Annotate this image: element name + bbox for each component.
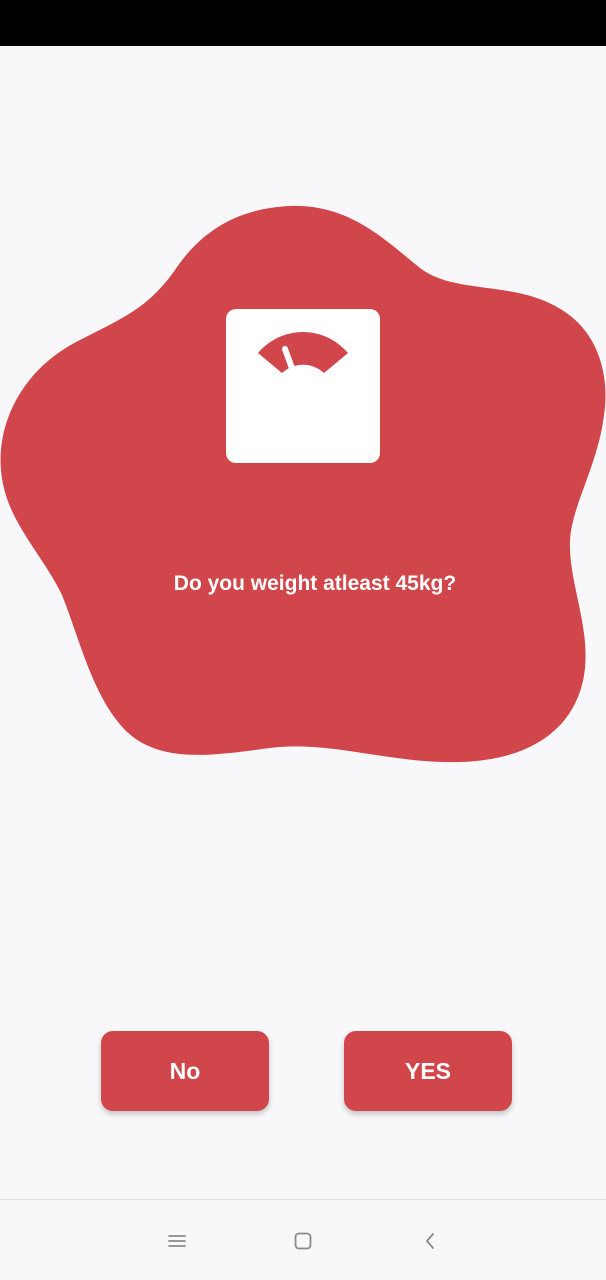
question-blob-background [0,205,606,763]
no-button-label: No [169,1057,201,1084]
back-chevron-icon [426,1233,434,1249]
weight-scale-icon [226,309,380,463]
home-button[interactable] [283,1224,323,1258]
back-button[interactable] [410,1224,450,1258]
navigation-bar [0,1199,606,1280]
menu-icon [168,1235,186,1247]
no-button[interactable]: No [101,1031,269,1111]
home-square-icon [294,1232,312,1250]
yes-button[interactable]: YES [344,1031,512,1111]
yes-button-label: YES [404,1057,452,1084]
menu-button[interactable] [157,1224,197,1258]
question-text: Do you weight atleast 45kg? [173,572,457,595]
status-bar [0,0,606,46]
